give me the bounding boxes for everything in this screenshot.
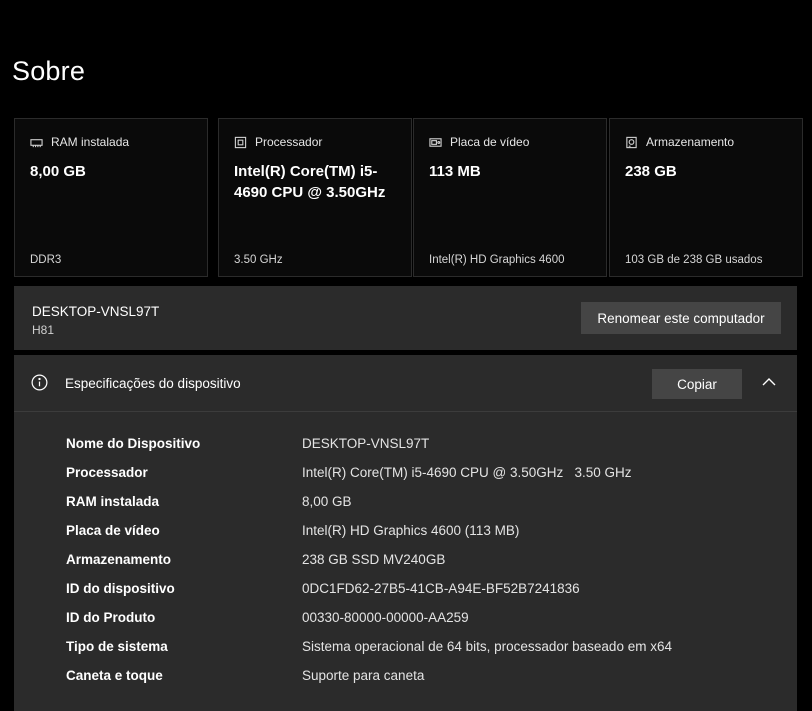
spec-rows: Nome do Dispositivo DESKTOP-VNSL97T Proc… bbox=[14, 434, 797, 695]
graphics-card-icon bbox=[429, 137, 442, 147]
spec-label: Caneta e toque bbox=[66, 668, 163, 683]
card-value: Intel(R) Core(TM) i5-4690 CPU @ 3.50GHz bbox=[234, 163, 386, 201]
spec-value: 0DC1FD62-27B5-41CB-A94E-BF52B7241836 bbox=[302, 581, 580, 596]
spec-label: Tipo de sistema bbox=[66, 639, 168, 654]
spec-row: Armazenamento 238 GB SSD MV240GB bbox=[14, 550, 797, 579]
device-name: DESKTOP-VNSL97T bbox=[32, 304, 160, 319]
card-footer: 3.50 GHz bbox=[234, 254, 283, 266]
spec-label: ID do Produto bbox=[66, 610, 156, 625]
spec-label: Placa de vídeo bbox=[66, 523, 160, 538]
card-value: 8,00 GB bbox=[30, 163, 86, 180]
info-icon bbox=[31, 374, 48, 391]
spec-label: Nome do Dispositivo bbox=[66, 436, 201, 451]
rename-computer-button[interactable]: Renomear este computador bbox=[581, 302, 781, 334]
spec-label: RAM instalada bbox=[66, 494, 160, 509]
device-specifications-panel: Especificações do dispositivo Copiar Nom… bbox=[14, 355, 797, 711]
card-footer: Intel(R) HD Graphics 4600 bbox=[429, 254, 565, 266]
specs-title: Especificações do dispositivo bbox=[65, 376, 241, 391]
page-title: Sobre bbox=[12, 56, 86, 86]
spec-label: Armazenamento bbox=[66, 552, 172, 567]
hardware-summary-cards: RAM instalada 8,00 GB DDR3 Processador I… bbox=[14, 118, 803, 279]
spec-row: Caneta e toque Suporte para caneta bbox=[14, 666, 797, 695]
spec-value: DESKTOP-VNSL97T bbox=[302, 436, 430, 451]
chevron-up-icon[interactable] bbox=[762, 377, 776, 387]
spec-label: ID do dispositivo bbox=[66, 581, 175, 596]
card-label: Placa de vídeo bbox=[450, 135, 530, 149]
spec-row: Nome do Dispositivo DESKTOP-VNSL97T bbox=[14, 434, 797, 463]
card-processor: Processador Intel(R) Core(TM) i5-4690 CP… bbox=[218, 118, 412, 277]
spec-value: 238 GB SSD MV240GB bbox=[302, 552, 446, 567]
spec-row: Tipo de sistema Sistema operacional de 6… bbox=[14, 637, 797, 666]
storage-icon bbox=[626, 136, 637, 148]
spec-label: Processador bbox=[66, 465, 148, 480]
spec-value: 8,00 GB bbox=[302, 494, 352, 509]
device-model: H81 bbox=[32, 323, 55, 337]
card-footer: DDR3 bbox=[30, 254, 62, 266]
spec-value: 00330-80000-00000-AA259 bbox=[302, 610, 469, 625]
spec-row: Placa de vídeo Intel(R) HD Graphics 4600… bbox=[14, 521, 797, 550]
card-graphics: Placa de vídeo 113 MB Intel(R) HD Graphi… bbox=[413, 118, 607, 277]
card-storage: Armazenamento 238 GB 103 GB de 238 GB us… bbox=[609, 118, 803, 277]
card-footer: 103 GB de 238 GB usados bbox=[625, 254, 763, 266]
spec-row: ID do dispositivo 0DC1FD62-27B5-41CB-A94… bbox=[14, 579, 797, 608]
spec-value: Intel(R) Core(TM) i5-4690 CPU @ 3.50GHz … bbox=[302, 465, 632, 480]
spec-value: Sistema operacional de 64 bits, processa… bbox=[302, 639, 672, 654]
spec-value: Suporte para caneta bbox=[302, 668, 425, 683]
card-value: 238 GB bbox=[625, 163, 677, 180]
memory-icon bbox=[30, 138, 43, 147]
copy-button[interactable]: Copiar bbox=[652, 369, 742, 399]
spec-row: Processador Intel(R) Core(TM) i5-4690 CP… bbox=[14, 463, 797, 492]
device-specifications-header[interactable]: Especificações do dispositivo Copiar bbox=[14, 355, 797, 412]
device-name-bar: DESKTOP-VNSL97T H81 Renomear este comput… bbox=[14, 286, 797, 350]
card-value: 113 MB bbox=[429, 163, 481, 180]
card-ram: RAM instalada 8,00 GB DDR3 bbox=[14, 118, 208, 277]
processor-icon bbox=[234, 136, 247, 148]
spec-value: Intel(R) HD Graphics 4600 (113 MB) bbox=[302, 523, 520, 538]
spec-row: ID do Produto 00330-80000-00000-AA259 bbox=[14, 608, 797, 637]
card-label: Processador bbox=[255, 135, 323, 149]
card-label: Armazenamento bbox=[646, 135, 735, 149]
spec-row: RAM instalada 8,00 GB bbox=[14, 492, 797, 521]
card-label: RAM instalada bbox=[51, 135, 130, 149]
